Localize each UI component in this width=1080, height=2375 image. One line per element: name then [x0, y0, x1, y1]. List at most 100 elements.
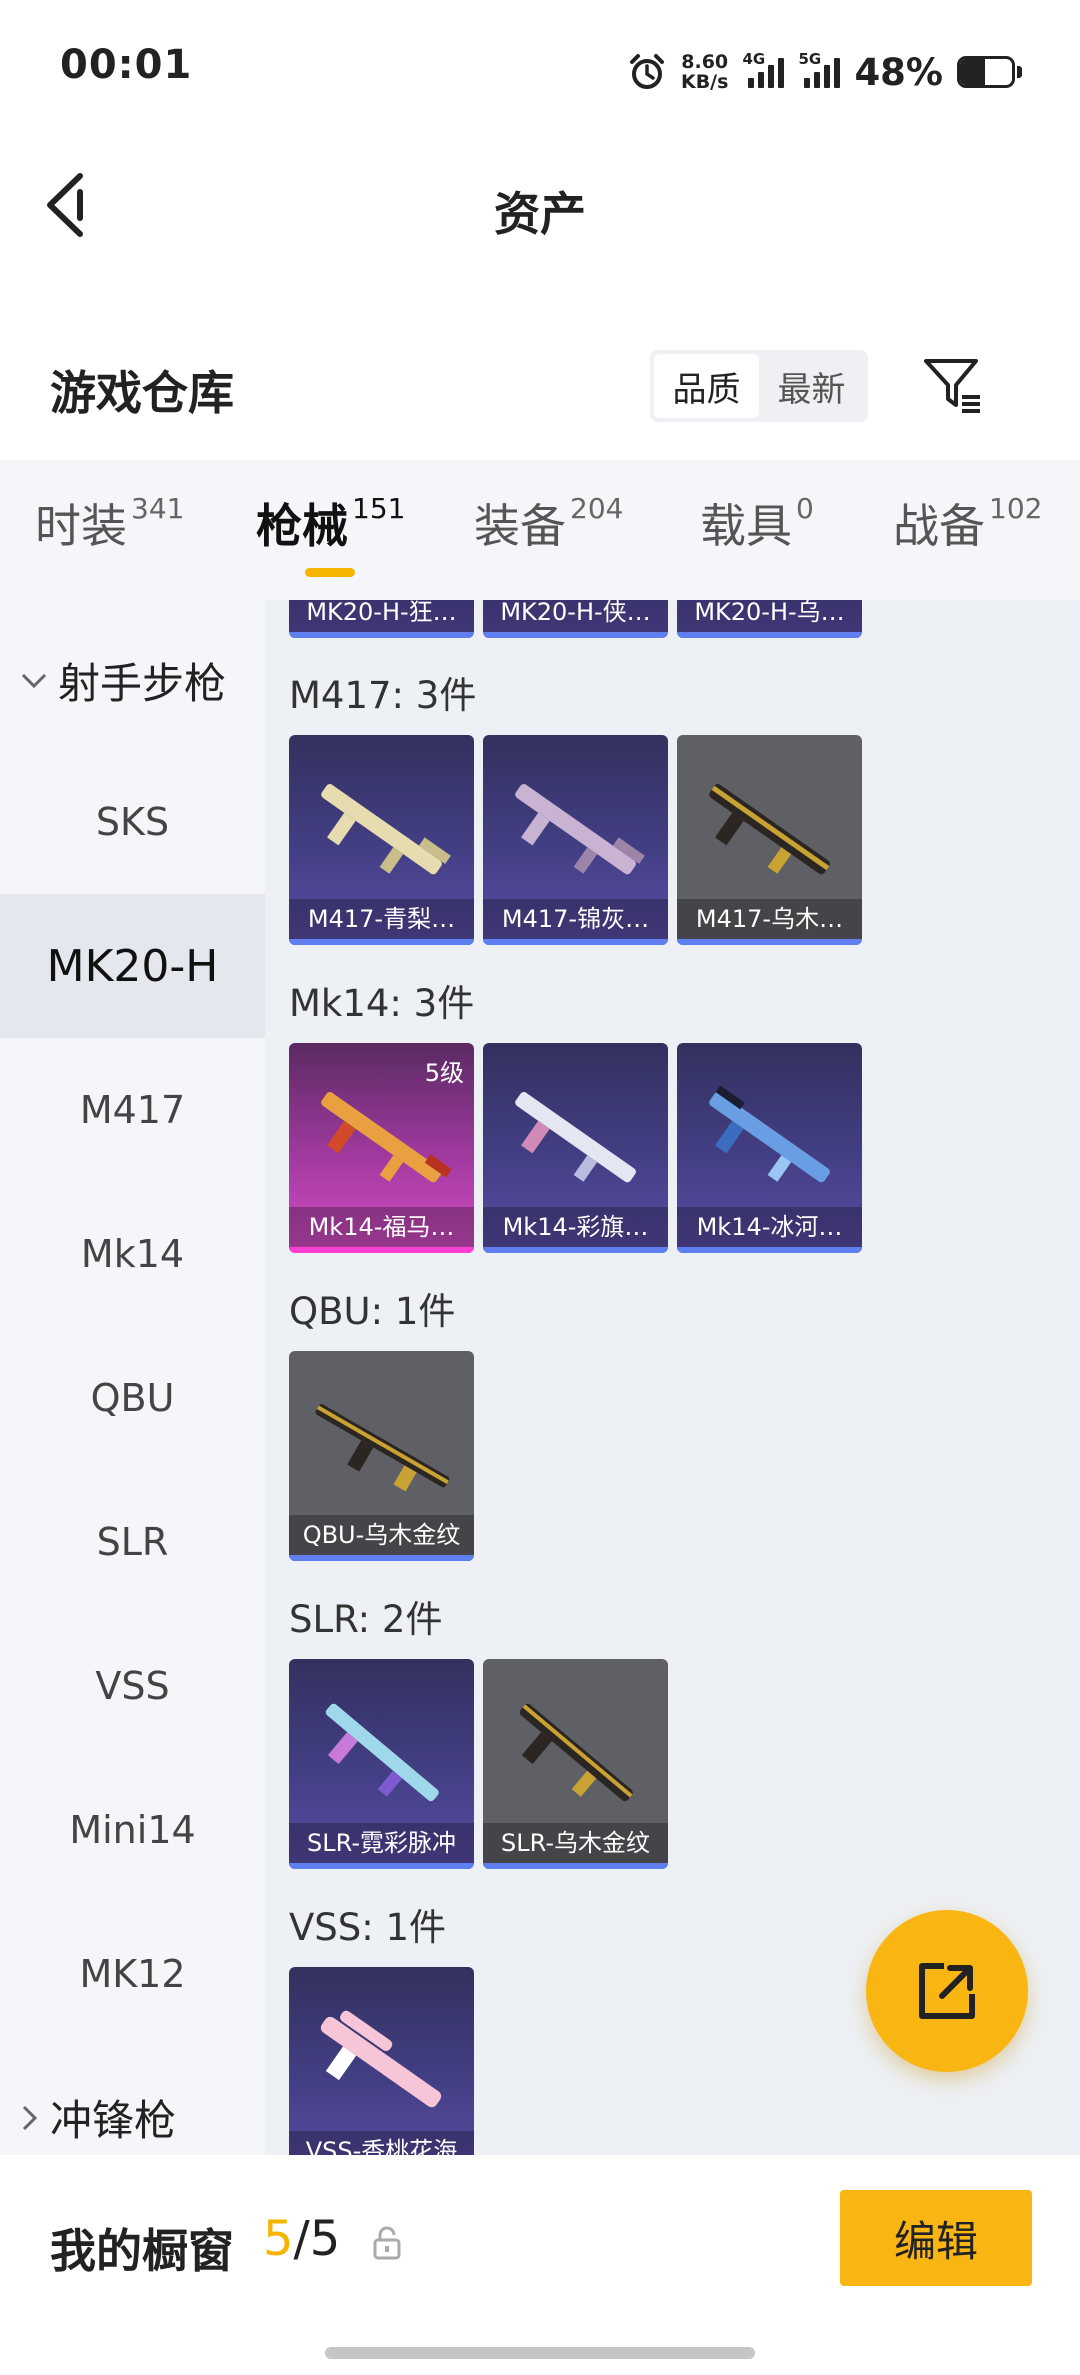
edit-button[interactable]: 编辑: [840, 2190, 1032, 2286]
weapon-card-name: Mk14-福马…: [289, 1207, 474, 1247]
tab-weapons[interactable]: 枪械 151: [256, 490, 405, 556]
weapon-card[interactable]: SLR-霓彩脉冲: [289, 1659, 474, 1869]
weapon-card-name: QBU-乌木金纹: [289, 1515, 474, 1555]
alarm-icon: [629, 54, 664, 89]
chevron-down-icon: [21, 673, 47, 688]
tab-fashion[interactable]: 时装 341: [35, 490, 184, 556]
weapon-card-name: MK20-H-乌…: [677, 600, 862, 632]
weapon-card[interactable]: M417-乌木…: [677, 735, 862, 945]
net-speed-unit: KB/s: [680, 71, 729, 93]
weapon-card-name: VSS-香桃花海: [289, 2131, 474, 2155]
group-label-slr: SLR: 2件: [289, 1598, 443, 1641]
rifle-icon: [321, 784, 451, 875]
rifle-icon: [709, 1085, 830, 1183]
weapon-card[interactable]: Mk14-彩旗…: [483, 1043, 668, 1253]
sidebar-item-m417[interactable]: M417: [0, 1038, 265, 1182]
tab-count: 204: [570, 491, 624, 525]
weapon-card-name: MK20-H-侠…: [483, 600, 668, 632]
tab-vehicles[interactable]: 载具 0: [700, 490, 814, 556]
group-label-mk14: Mk14: 3件: [289, 982, 475, 1025]
sidebar-item-mk14[interactable]: Mk14: [0, 1182, 265, 1326]
weapon-card[interactable]: QBU-乌木金纹: [289, 1351, 474, 1561]
battery-icon: [957, 56, 1015, 88]
warehouse-title: 游戏仓库: [50, 366, 234, 420]
home-indicator[interactable]: [325, 2347, 755, 2359]
rifle-icon: [315, 1404, 450, 1492]
sidebar-category-marksman[interactable]: 射手步枪: [20, 650, 226, 711]
signal-4g: 4G: [742, 50, 785, 88]
weapon-card[interactable]: MK20-H-乌…: [677, 600, 862, 638]
tab-count: 151: [352, 491, 406, 525]
weapon-card-name: Mk14-冰河…: [677, 1207, 862, 1247]
tab-equipment[interactable]: 装备 204: [474, 490, 623, 556]
tab-count: 102: [989, 491, 1043, 525]
sort-toggle: 品质 最新: [650, 350, 868, 422]
sidebar-item-mini14[interactable]: Mini14: [0, 1758, 265, 1902]
showcase-bar: 我的橱窗 5/5 编辑: [0, 2155, 1080, 2375]
weapon-card[interactable]: 5级 Mk14-福马…: [289, 1043, 474, 1253]
weapon-card[interactable]: MK20-H-狂…: [289, 600, 474, 638]
category-tabs: 时装 341 枪械 151 装备 204 载具 0 战备 102: [0, 460, 1080, 600]
showcase-label: 我的橱窗: [50, 2224, 234, 2278]
status-icons: 8.60 KB/s 4G 5G 48%: [627, 42, 1022, 102]
rifle-icon: [515, 1092, 636, 1183]
sidebar-item-qbu[interactable]: QBU: [0, 1326, 265, 1470]
sort-quality-button[interactable]: 品质: [654, 354, 759, 418]
app-header: 资产: [0, 140, 1080, 270]
share-icon: [919, 1963, 975, 2019]
app-root: 00:01 8.60 KB/s 4G 5G 48% 资产 游戏仓库 品质 最新 …: [0, 0, 1080, 2375]
rifle-icon: [321, 1092, 452, 1183]
weapon-card-name: M417-乌木…: [677, 899, 862, 939]
sidebar-item-mk12[interactable]: MK12: [0, 1902, 265, 2046]
status-time: 00:01: [60, 42, 193, 88]
signal-5g-label: 5G: [798, 50, 822, 68]
net-speed-value: 8.60: [681, 51, 729, 73]
tab-count: 341: [131, 491, 185, 525]
showcase-count-separator: /: [293, 2211, 310, 2267]
net-speed: 8.60 KB/s: [681, 52, 728, 92]
sidebar-item-mk20h[interactable]: MK20-H: [0, 894, 265, 1038]
weapon-card-name: MK20-H-狂…: [289, 600, 474, 632]
tab-label: 枪械: [256, 499, 348, 553]
weapon-card-name: Mk14-彩旗…: [483, 1207, 668, 1247]
lock-icon[interactable]: [372, 2225, 402, 2261]
showcase-count: 5/5: [263, 2211, 340, 2267]
weapon-card[interactable]: SLR-乌木金纹: [483, 1659, 668, 1869]
weapon-card-name: SLR-乌木金纹: [483, 1823, 668, 1863]
sidebar-item-sks[interactable]: SKS: [0, 750, 265, 894]
sidebar-category-label: 冲锋枪: [50, 2096, 177, 2145]
sidebar-category-smg[interactable]: 冲锋枪: [20, 2087, 176, 2148]
rifle-icon: [320, 2010, 442, 2108]
tab-label: 装备: [474, 499, 566, 553]
weapon-card-name: M417-青梨…: [289, 899, 474, 939]
rifle-icon: [709, 784, 830, 875]
weapon-card[interactable]: VSS-香桃花海: [289, 1967, 474, 2155]
filter-icon[interactable]: [920, 353, 986, 419]
weapon-card[interactable]: Mk14-冰河…: [677, 1043, 862, 1253]
rifle-icon: [325, 1703, 439, 1802]
sidebar-item-vss[interactable]: VSS: [0, 1614, 265, 1758]
sidebar-category-label: 射手步枪: [58, 659, 227, 708]
signal-4g-label: 4G: [742, 50, 766, 68]
warehouse-row: 游戏仓库 品质 最新: [0, 335, 1080, 450]
weapon-card[interactable]: M417-锦灰…: [483, 735, 668, 945]
tab-label: 战备: [893, 499, 985, 553]
tab-supplies[interactable]: 战备 102: [893, 490, 1042, 556]
weapon-sidebar: 射手步枪 SKS MK20-H M417 Mk14 QBU SLR VSS Mi…: [0, 600, 265, 2155]
tab-label: 载具: [700, 499, 792, 553]
group-label-m417: M417: 3件: [289, 674, 477, 717]
weapon-card-name: M417-锦灰…: [483, 899, 668, 939]
sort-latest-button[interactable]: 最新: [759, 354, 864, 418]
status-bar: 00:01 8.60 KB/s 4G 5G 48%: [0, 0, 1080, 140]
tab-count: 0: [796, 491, 814, 525]
sidebar-item-slr[interactable]: SLR: [0, 1470, 265, 1614]
group-label-qbu: QBU: 1件: [289, 1290, 456, 1333]
rifle-icon: [515, 784, 645, 875]
page-title: 资产: [494, 187, 586, 241]
battery-tip: [1017, 66, 1022, 78]
weapon-card[interactable]: MK20-H-侠…: [483, 600, 668, 638]
tab-label: 时装: [35, 499, 127, 553]
weapon-card[interactable]: M417-青梨…: [289, 735, 474, 945]
share-button[interactable]: [866, 1910, 1028, 2072]
group-label-vss: VSS: 1件: [289, 1906, 447, 1949]
